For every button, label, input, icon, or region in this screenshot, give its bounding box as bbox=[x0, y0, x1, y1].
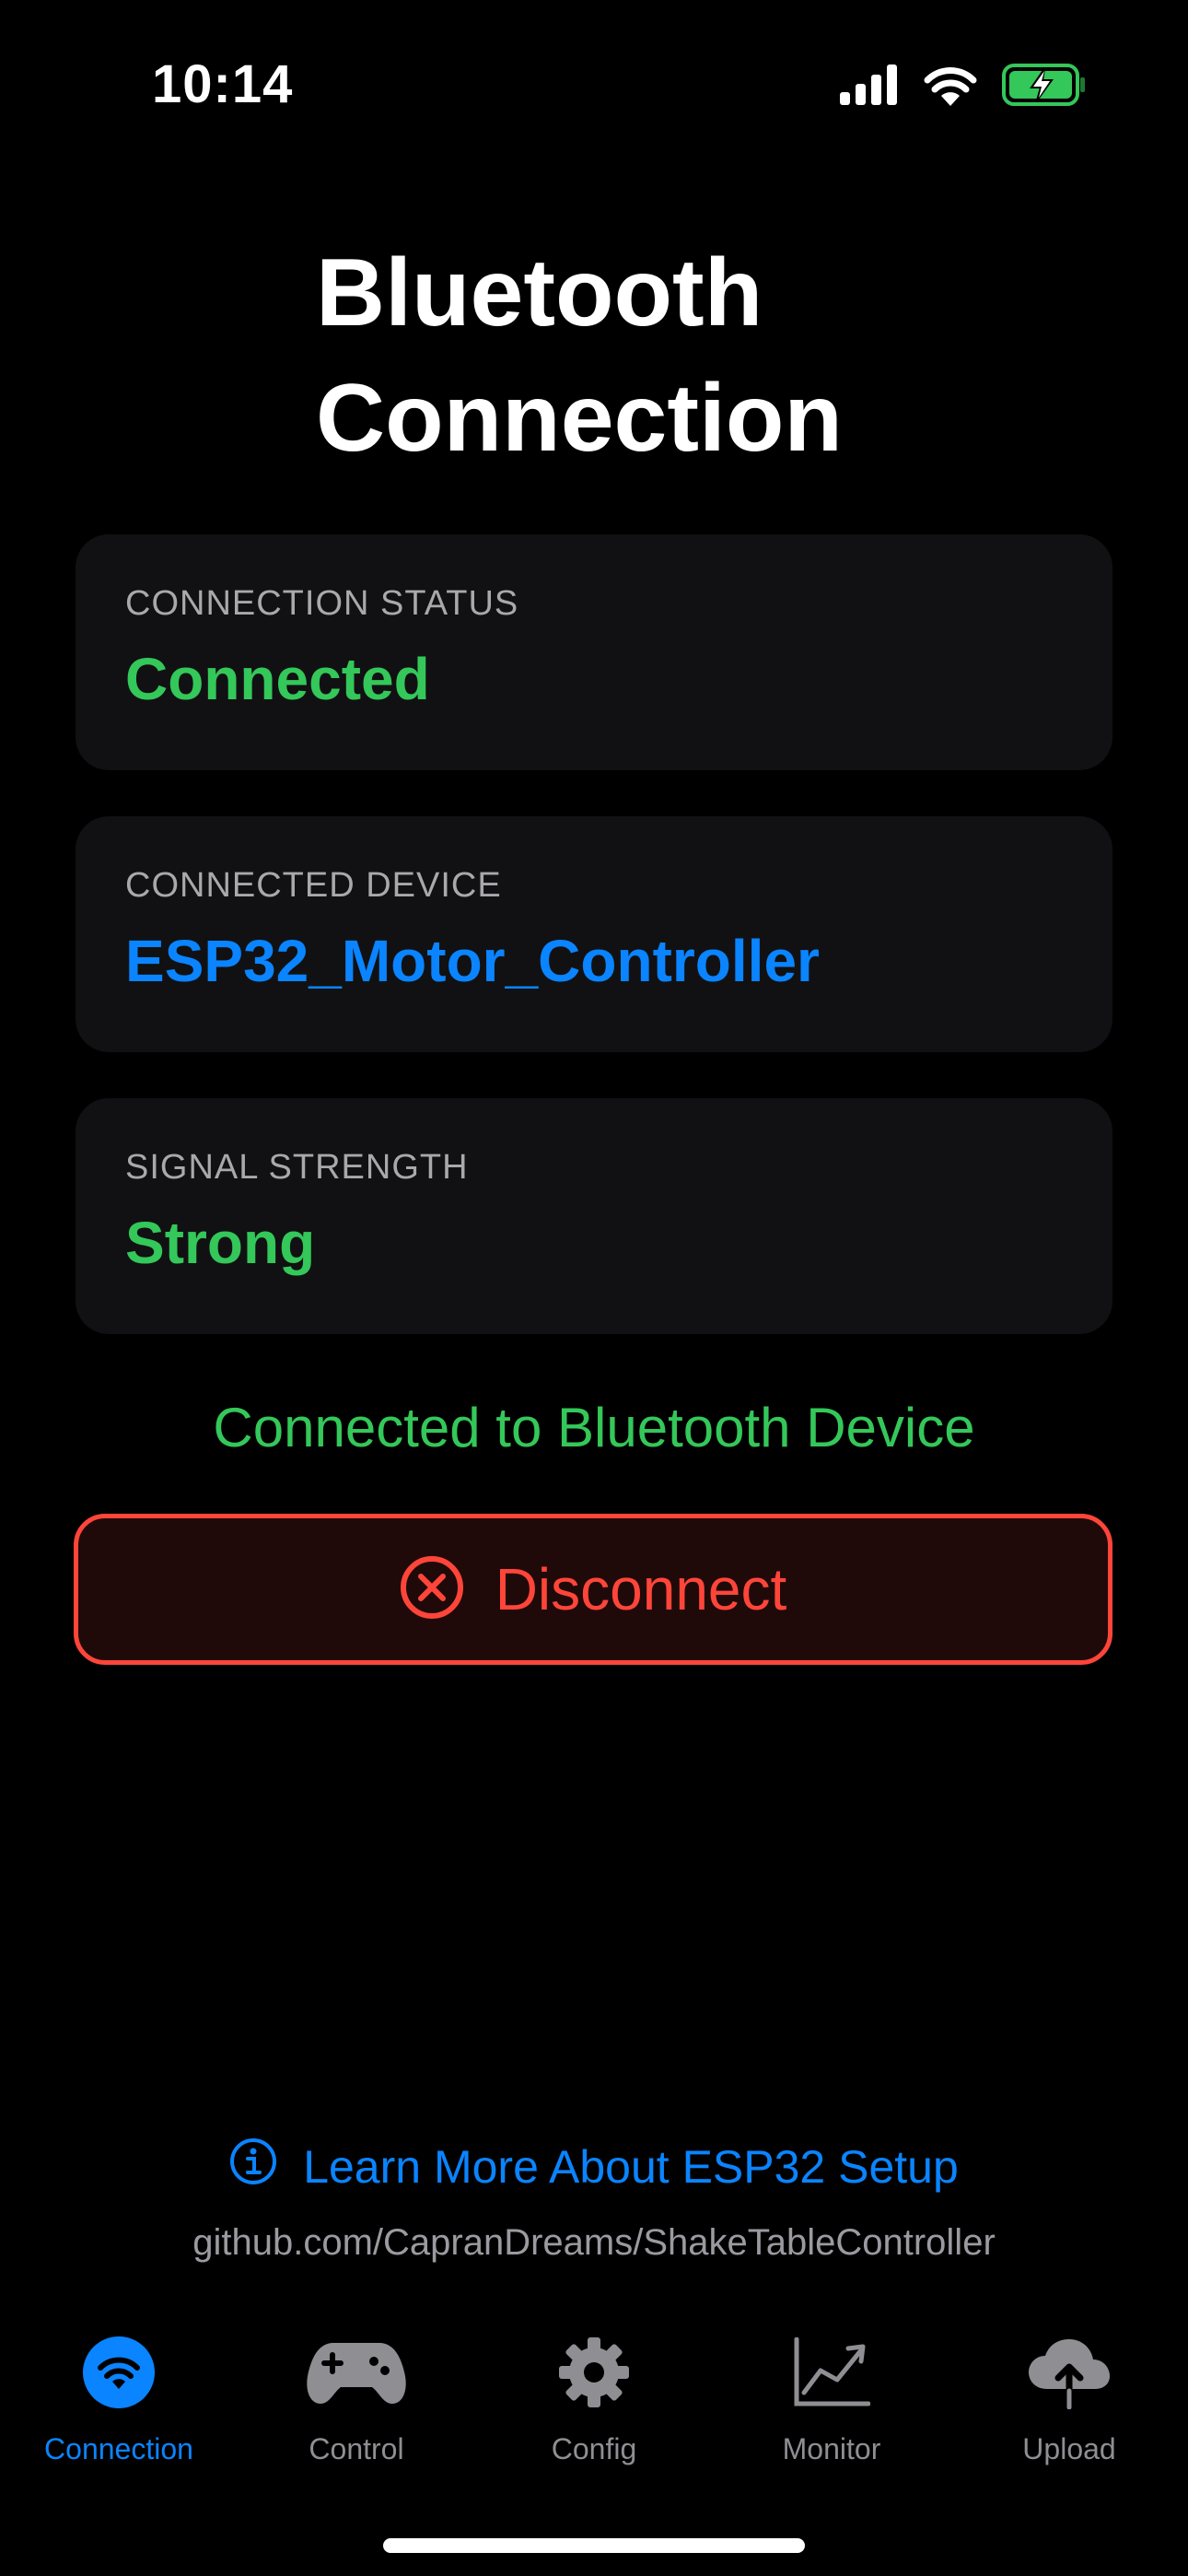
wifi-status-icon bbox=[923, 64, 978, 111]
tab-control-label: Control bbox=[309, 2432, 404, 2465]
github-url: github.com/CapranDreams/ShakeTableContro… bbox=[192, 2222, 996, 2263]
connection-status-label: CONNECTION STATUS bbox=[125, 584, 519, 623]
tab-connection[interactable]: Connection bbox=[0, 2331, 238, 2478]
tab-connection-label: Connection bbox=[44, 2432, 193, 2465]
chart-line-icon bbox=[781, 2331, 882, 2414]
status-time: 10:14 bbox=[152, 54, 294, 114]
info-icon bbox=[229, 2137, 277, 2196]
learn-more-link[interactable]: Learn More About ESP32 Setup bbox=[0, 2137, 1188, 2196]
tab-monitor-label: Monitor bbox=[782, 2432, 881, 2465]
status-icons bbox=[840, 63, 1087, 111]
signal-strength-value: Strong bbox=[125, 1210, 316, 1276]
cloud-upload-icon bbox=[1019, 2331, 1120, 2414]
connected-device-card: CONNECTED DEVICE ESP32_Motor_Controller bbox=[76, 816, 1112, 1052]
connection-status-card: CONNECTION STATUS Connected bbox=[76, 534, 1112, 770]
tab-upload-label: Upload bbox=[1022, 2432, 1116, 2465]
connection-status-message: Connected to Bluetooth Device bbox=[213, 1397, 975, 1458]
tab-bar: Connection Control Config Monitor Upload bbox=[0, 2331, 1188, 2478]
disconnect-button[interactable]: Disconnect bbox=[74, 1514, 1112, 1665]
gear-icon bbox=[543, 2331, 645, 2414]
tab-config[interactable]: Config bbox=[475, 2331, 713, 2478]
tab-control[interactable]: Control bbox=[238, 2331, 475, 2478]
page-title: Bluetooth Connection bbox=[316, 240, 843, 472]
home-indicator[interactable] bbox=[383, 2538, 805, 2553]
tab-monitor[interactable]: Monitor bbox=[713, 2331, 950, 2478]
status-bar: 10:14 bbox=[0, 0, 1188, 175]
signal-strength-card: SIGNAL STRENGTH Strong bbox=[76, 1098, 1112, 1334]
signal-strength-label: SIGNAL STRENGTH bbox=[125, 1148, 469, 1187]
x-circle-icon bbox=[400, 1555, 464, 1624]
tab-upload[interactable]: Upload bbox=[950, 2331, 1188, 2478]
tab-config-label: Config bbox=[551, 2432, 637, 2465]
gamepad-icon bbox=[306, 2331, 407, 2414]
connected-device-value: ESP32_Motor_Controller bbox=[125, 928, 820, 994]
connection-status-value: Connected bbox=[125, 646, 430, 712]
learn-more-label: Learn More About ESP32 Setup bbox=[303, 2141, 959, 2193]
cellular-signal-icon bbox=[840, 64, 899, 110]
disconnect-label: Disconnect bbox=[495, 1556, 787, 1622]
wifi-icon bbox=[68, 2331, 169, 2414]
connected-device-label: CONNECTED DEVICE bbox=[125, 866, 502, 905]
battery-charging-icon bbox=[1002, 63, 1087, 111]
